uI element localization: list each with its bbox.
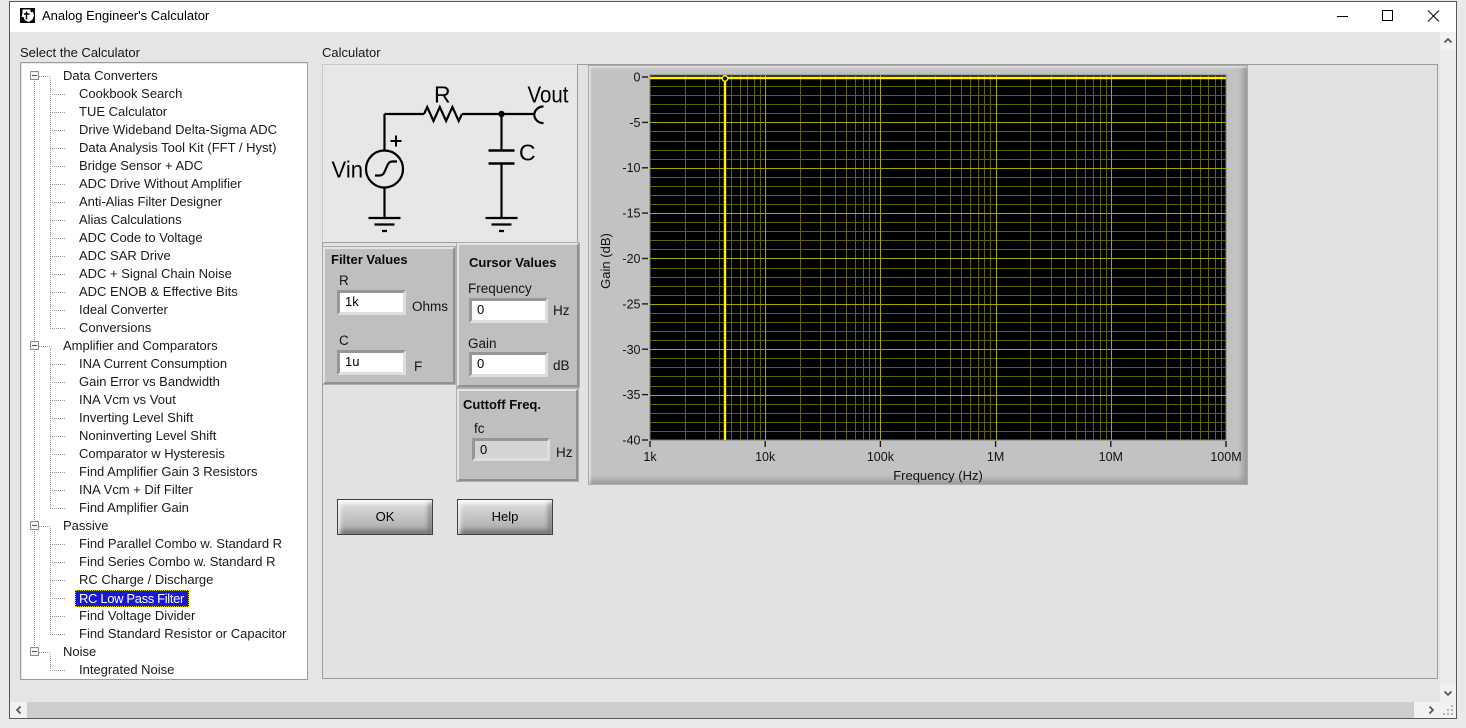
- svg-text:10M: 10M: [1099, 450, 1123, 464]
- svg-text:10k: 10k: [755, 450, 776, 464]
- svg-text:Gain (dB): Gain (dB): [598, 233, 613, 289]
- svg-text:1k: 1k: [643, 450, 657, 464]
- svg-text:-20: -20: [622, 252, 640, 266]
- svg-text:R: R: [434, 82, 451, 108]
- svg-text:-5: -5: [629, 116, 640, 130]
- svg-text:-15: -15: [622, 207, 640, 221]
- svg-text:-30: -30: [622, 343, 640, 357]
- svg-text:1M: 1M: [987, 450, 1004, 464]
- svg-text:100k: 100k: [867, 450, 895, 464]
- svg-text:-25: -25: [622, 297, 640, 311]
- svg-text:100M: 100M: [1210, 450, 1241, 464]
- svg-text:-35: -35: [622, 388, 640, 402]
- svg-text:Frequency (Hz): Frequency (Hz): [893, 468, 983, 483]
- svg-text:C: C: [519, 140, 536, 166]
- svg-text:-10: -10: [622, 161, 640, 175]
- svg-text:0: 0: [634, 71, 641, 85]
- svg-text:Vin: Vin: [332, 157, 364, 183]
- svg-text:Vout: Vout: [528, 82, 570, 108]
- svg-text:-40: -40: [622, 434, 640, 448]
